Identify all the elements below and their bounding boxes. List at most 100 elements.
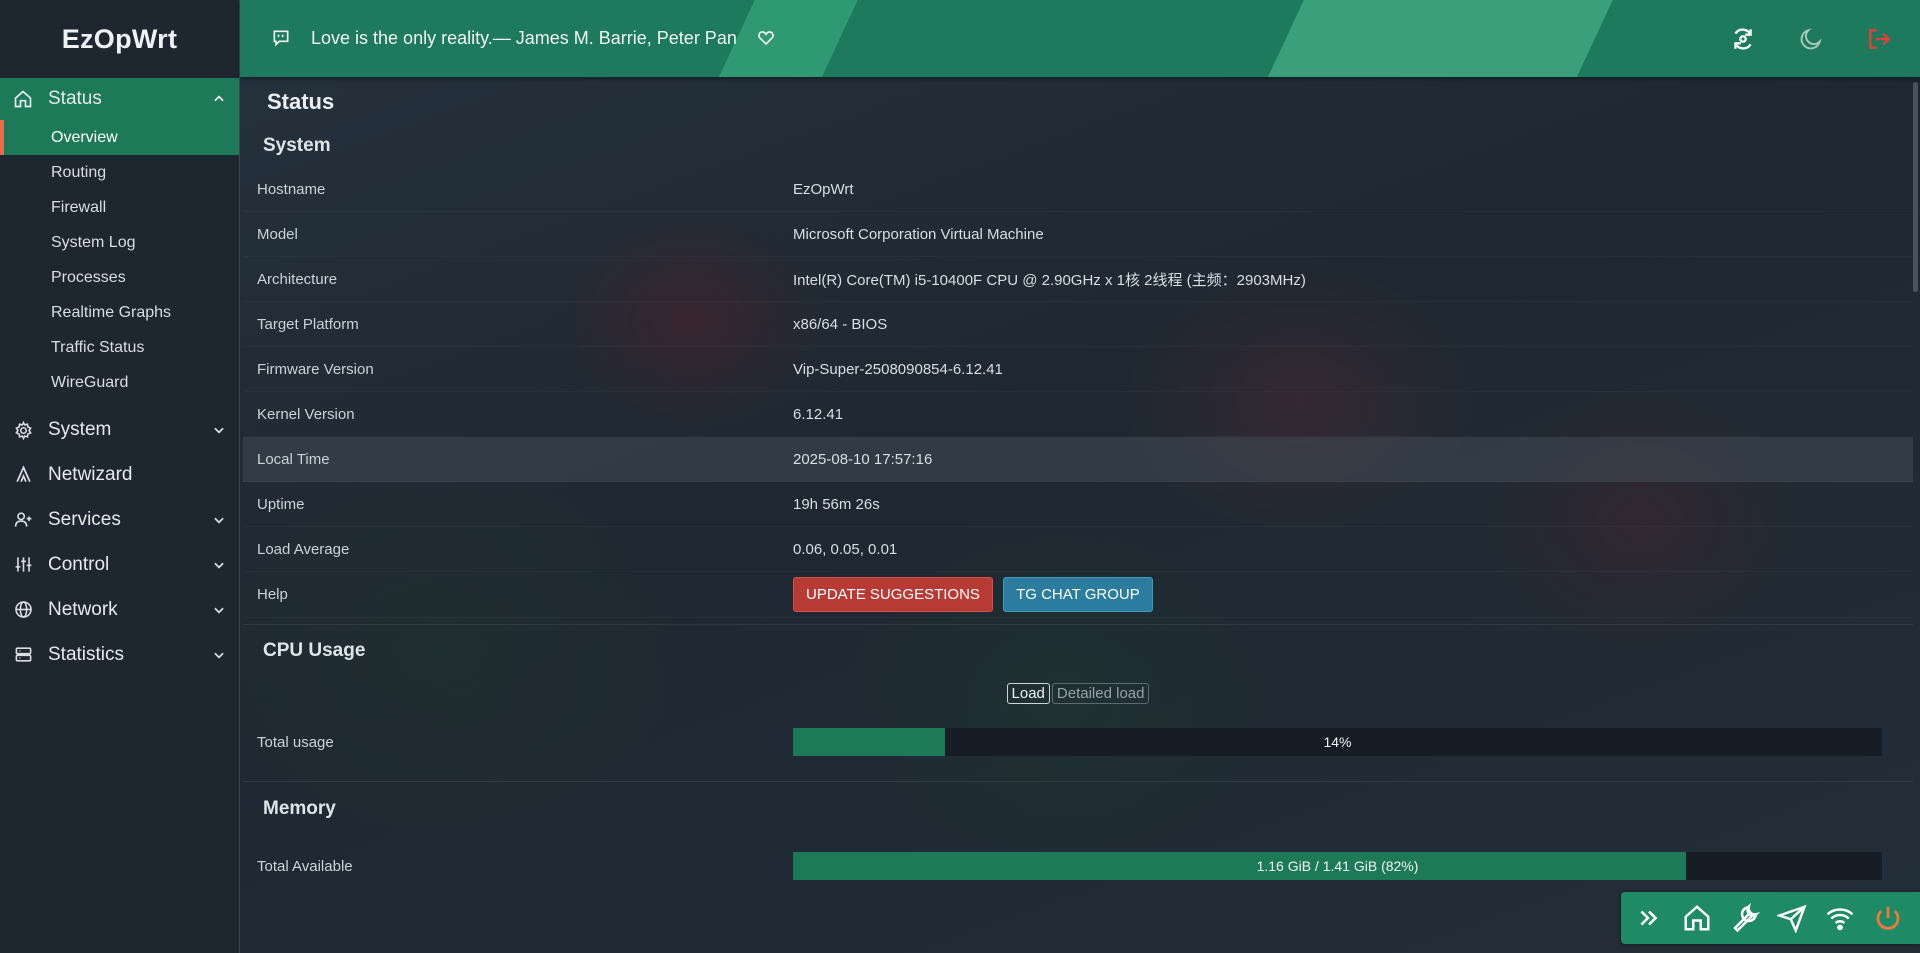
top-header: Love is the only reality.— James M. Barr… (240, 0, 1920, 77)
tab-load[interactable]: Load (1006, 682, 1050, 704)
send-icon[interactable] (1776, 901, 1808, 935)
table-row: Architecture Intel(R) Core(TM) i5-10400F… (243, 257, 1913, 302)
table-row: Model Microsoft Corporation Virtual Mach… (243, 212, 1913, 257)
row-value: 0.06, 0.05, 0.01 (793, 540, 898, 558)
menu-network[interactable]: Network (0, 587, 239, 632)
quick-toolbar (1621, 892, 1920, 944)
page-title: Status (267, 89, 335, 114)
row-value: Intel(R) Core(TM) i5-10400F CPU @ 2.90GH… (793, 271, 1306, 289)
table-row: Kernel Version 6.12.41 (243, 392, 1913, 437)
menu-statistics-label: Statistics (48, 643, 125, 665)
system-table: Hostname EzOpWrt Model Microsoft Corpora… (243, 167, 1913, 618)
main-content: Status System Hostname EzOpWrt Model Mic… (243, 77, 1913, 953)
menu-system-label: System (48, 419, 112, 440)
row-value: EzOpWrt (793, 180, 854, 198)
chevron-down-icon (211, 557, 227, 573)
row-value: x86/64 - BIOS (793, 315, 888, 333)
cpu-total-row: Total usage 14% (243, 713, 1913, 771)
sidebar: EzOpWrt Status Overview Routing Firewall… (0, 0, 240, 953)
wifi-icon[interactable] (1824, 901, 1856, 935)
row-key: Target Platform (257, 315, 359, 333)
divider (243, 624, 1913, 625)
power-icon[interactable] (1872, 901, 1904, 935)
row-key: Load Average (257, 540, 350, 558)
row-key: Total usage (257, 733, 334, 751)
menu-netwizard[interactable]: Netwizard (0, 452, 239, 497)
sidebar-item-realtime-graphs[interactable]: Realtime Graphs (0, 295, 239, 330)
table-row: Hostname EzOpWrt (243, 167, 1913, 212)
tg-chat-group-button[interactable]: TG CHAT GROUP (1003, 577, 1153, 612)
globe-icon (12, 599, 34, 621)
moon-icon[interactable] (1796, 24, 1826, 54)
netwizard-icon (12, 464, 34, 486)
memory-total-row: Total Available 1.16 GiB / 1.41 GiB (82%… (243, 836, 1913, 896)
system-section-title: System (263, 135, 331, 156)
sidebar-item-traffic-status[interactable]: Traffic Status (0, 330, 239, 365)
memory-usage-bar: 1.16 GiB / 1.41 GiB (82%) (793, 852, 1882, 880)
menu-services[interactable]: Services (0, 497, 239, 542)
update-suggestions-button[interactable]: UPDATE SUGGESTIONS (793, 577, 993, 612)
row-key: Kernel Version (257, 405, 355, 423)
row-value: Microsoft Corporation Virtual Machine (793, 225, 1044, 243)
tab-detailed-load[interactable]: Detailed load (1051, 682, 1150, 704)
chevron-down-icon (211, 602, 227, 618)
table-row: Target Platform x86/64 - BIOS (243, 302, 1913, 347)
chevron-up-icon (211, 91, 227, 107)
row-value: 6.12.41 (793, 405, 844, 423)
cpu-tabs: Load Detailed load (243, 673, 1913, 713)
cpu-section-title: CPU Usage (263, 640, 366, 661)
logout-icon[interactable] (1864, 24, 1894, 54)
menu-control-label: Control (48, 553, 110, 575)
row-value: Vip-Super-2508090854-6.12.41 (793, 360, 1003, 378)
memory-usage-text: 1.16 GiB / 1.41 GiB (82%) (1256, 858, 1419, 874)
table-row: Firmware Version Vip-Super-2508090854-6.… (243, 347, 1913, 392)
menu-system[interactable]: System (0, 408, 239, 452)
sidebar-item-routing[interactable]: Routing (0, 155, 239, 190)
menu-statistics[interactable]: Statistics (0, 632, 239, 677)
menu-status[interactable]: Status (0, 78, 239, 120)
menu-services-label: Services (48, 508, 121, 530)
sidebar-item-system-log[interactable]: System Log (0, 225, 239, 260)
sidebar-item-overview[interactable]: Overview (0, 120, 239, 155)
help-buttons: UPDATE SUGGESTIONS TG CHAT GROUP (793, 577, 1913, 612)
sidebar-item-processes[interactable]: Processes (0, 260, 239, 295)
chevron-down-icon (211, 512, 227, 528)
refresh-icon[interactable] (1728, 24, 1758, 54)
row-key: Total Available (257, 857, 353, 875)
header-quote: Love is the only reality.— James M. Barr… (311, 28, 737, 48)
home-icon (12, 88, 34, 110)
table-row: Local Time 2025-08-10 17:57:16 (243, 437, 1913, 482)
chevrons-right-icon[interactable] (1633, 901, 1665, 935)
row-value: 2025-08-10 17:57:16 (793, 450, 933, 468)
row-key: Help (257, 586, 288, 603)
sliders-icon (12, 554, 34, 576)
user-plus-icon (12, 509, 34, 531)
table-row: Uptime 19h 56m 26s (243, 482, 1913, 527)
memory-section-title: Memory (263, 798, 336, 819)
scrollbar-thumb[interactable] (1913, 82, 1918, 292)
row-key: Hostname (257, 180, 326, 198)
status-submenu: Overview Routing Firewall System Log Pro… (0, 120, 239, 400)
cpu-usage-bar: 14% (793, 728, 1882, 756)
row-key: Architecture (257, 270, 338, 288)
row-key: Local Time (257, 450, 330, 468)
cpu-usage-text: 14% (1323, 734, 1352, 750)
menu-netwizard-label: Netwizard (48, 463, 133, 485)
wrench-icon[interactable] (1729, 901, 1761, 935)
quote-icon (271, 28, 293, 50)
sidebar-item-firewall[interactable]: Firewall (0, 190, 239, 225)
chevron-down-icon (211, 422, 227, 438)
brand-logo[interactable]: EzOpWrt (0, 0, 239, 78)
gear-icon (12, 419, 34, 441)
menu-status-label: Status (48, 88, 102, 109)
server-icon (12, 644, 34, 666)
table-row-help: Help UPDATE SUGGESTIONS TG CHAT GROUP (243, 572, 1913, 618)
chevron-down-icon (211, 647, 227, 663)
home-icon[interactable] (1681, 901, 1713, 935)
table-row: Load Average 0.06, 0.05, 0.01 (243, 527, 1913, 572)
menu-control[interactable]: Control (0, 542, 239, 587)
row-key: Firmware Version (257, 360, 374, 378)
row-key: Uptime (257, 495, 305, 513)
heart-icon[interactable] (757, 29, 777, 49)
sidebar-item-wireguard[interactable]: WireGuard (0, 365, 239, 400)
